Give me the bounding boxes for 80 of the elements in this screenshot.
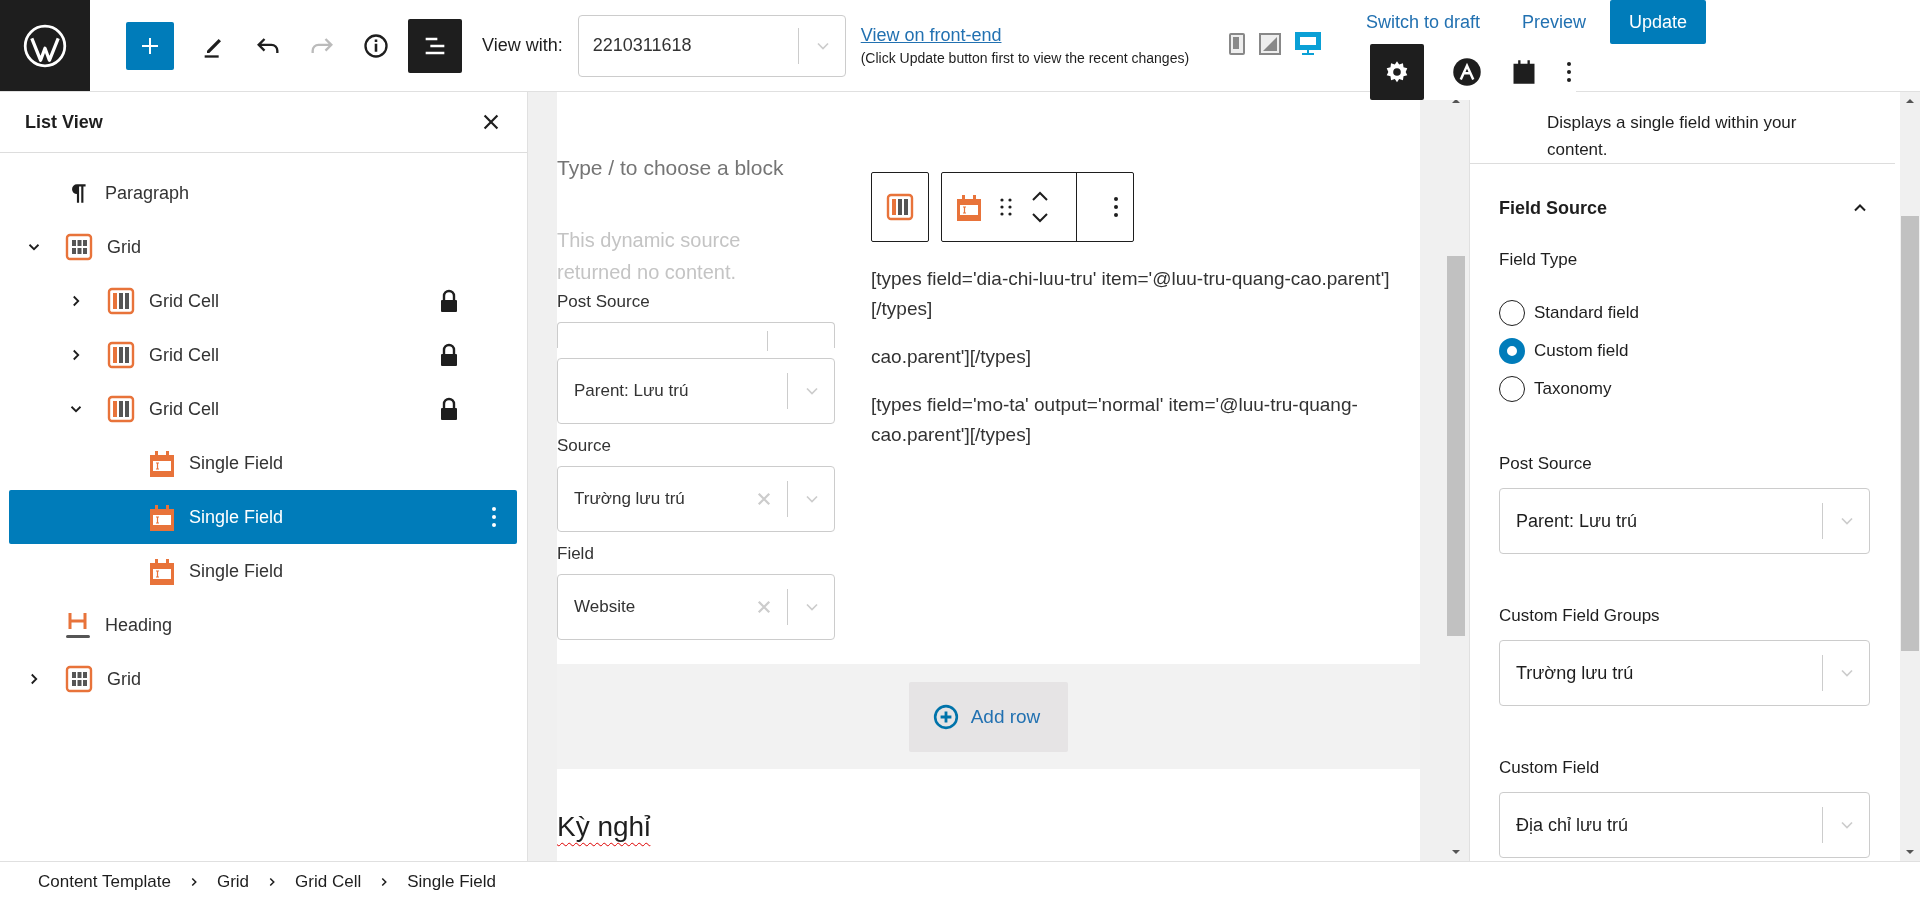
scroll-up-icon[interactable] <box>1905 96 1915 106</box>
wordpress-logo[interactable] <box>0 0 90 91</box>
grid-icon <box>65 233 93 261</box>
columns-icon <box>886 193 914 221</box>
more-options-icon[interactable] <box>1113 195 1119 219</box>
field-type-label: Field Type <box>1499 250 1579 270</box>
list-view-item[interactable]: Grid Cell <box>9 382 517 436</box>
scroll-down-icon[interactable] <box>1451 847 1461 857</box>
preview-button[interactable]: Preview <box>1503 0 1604 44</box>
select-field[interactable]: Parent: Lưu trú <box>557 358 835 424</box>
grid-icon <box>65 665 93 693</box>
shortcode-text: [types field='dia-chi-luu-tru' item='@luu-tru-quang-cao.parent'][/types] <box>871 267 1391 321</box>
move-up-down-icon[interactable] <box>1030 190 1050 224</box>
block-description: Displays a single field within your content. <box>1470 92 1895 164</box>
calendar-field-icon <box>149 503 175 531</box>
columns-icon <box>107 341 135 369</box>
shortcode-text: cao.parent'][/types] <box>871 345 1032 369</box>
list-view-title: List View <box>25 111 103 133</box>
select-field[interactable]: Parent: Lưu trú <box>1499 488 1870 554</box>
scrollbar-thumb[interactable] <box>1901 216 1919 651</box>
breadcrumb-item[interactable]: Grid <box>206 867 260 896</box>
panel-title[interactable]: Field Source <box>1499 197 1608 219</box>
drag-handle-icon[interactable] <box>1000 197 1012 217</box>
list-view-item[interactable]: Paragraph <box>9 166 517 220</box>
radio-option[interactable]: Custom field <box>1499 338 1870 364</box>
list-view-item[interactable]: Grid <box>9 652 517 706</box>
calendar-field-icon <box>149 557 175 585</box>
settings-icon <box>1384 59 1410 85</box>
radio-button[interactable] <box>1499 338 1525 364</box>
settings-button[interactable] <box>1370 44 1424 100</box>
plus-circle-icon <box>932 703 959 730</box>
parent-block-button[interactable] <box>871 172 929 242</box>
switch-to-draft-button[interactable]: Switch to draft <box>1347 0 1498 44</box>
list-view-item[interactable]: Grid <box>9 220 517 274</box>
field-label: Post Source <box>557 292 651 312</box>
desktop-preview-icon[interactable] <box>1295 32 1322 56</box>
mobile-preview-icon[interactable] <box>1229 33 1246 55</box>
more-options-icon[interactable] <box>1566 60 1572 84</box>
field-label: Source <box>557 436 612 456</box>
list-view-item[interactable]: Grid Cell <box>9 328 517 382</box>
select-field[interactable]: Trường lưu trú <box>1499 640 1870 706</box>
radio-option[interactable]: Standard field <box>1499 300 1870 326</box>
field-label: Custom Field Groups <box>1499 606 1661 626</box>
wordpress-logo-icon <box>23 23 67 68</box>
select-field[interactable] <box>557 322 835 348</box>
field-label: Field <box>557 544 595 564</box>
list-view-button[interactable] <box>408 18 462 73</box>
calendar-field-icon <box>149 449 175 477</box>
list-view-item[interactable]: Heading <box>9 598 517 652</box>
heading-text[interactable]: Kỳ nghỉ <box>557 811 1420 843</box>
info-icon[interactable] <box>362 31 390 60</box>
tablet-preview-icon[interactable] <box>1259 33 1282 55</box>
breadcrumb-item[interactable]: Grid Cell <box>285 867 372 896</box>
columns-icon <box>107 395 135 423</box>
scroll-down-icon[interactable] <box>1905 847 1915 857</box>
view-with-select[interactable]: 2210311618 <box>577 14 846 77</box>
field-label: Custom Field <box>1499 758 1601 778</box>
select-field[interactable]: Địa chỉ lưu trú <box>1499 792 1870 858</box>
list-view-item[interactable]: Single Field <box>9 436 517 490</box>
list-view-item[interactable]: Single Field <box>9 490 517 544</box>
front-end-note: (Click Update button first to view the recent changes) <box>860 50 1190 66</box>
add-block-button[interactable] <box>126 21 174 70</box>
list-view-item[interactable]: Grid Cell <box>9 274 517 328</box>
shortcode-text: [types field='mo-ta' output='normal' item='@luu-tru-quang-cao.parent'][/types] <box>871 393 1359 447</box>
radio-option[interactable]: Taxonomy <box>1499 376 1870 402</box>
block-placeholder[interactable]: Type / to choose a block <box>557 156 835 204</box>
scrollbar-thumb[interactable] <box>1447 256 1465 636</box>
field-label: Post Source <box>1499 454 1593 474</box>
calendar-field-icon <box>956 193 982 221</box>
triangle-logo-icon[interactable] <box>1452 57 1482 87</box>
list-view-item[interactable]: Single Field <box>9 544 517 598</box>
breadcrumb-item[interactable]: Single Field <box>397 867 506 896</box>
dynamic-source-notice: This dynamic source returned no content. <box>557 228 742 285</box>
breadcrumb-item[interactable]: Content Template <box>28 867 181 896</box>
view-with-label: View with: <box>482 35 563 56</box>
view-on-front-end-link[interactable]: View on front-end <box>860 25 1190 46</box>
update-button[interactable]: Update <box>1609 0 1706 44</box>
add-row-button[interactable]: Add row <box>908 681 1069 752</box>
columns-icon <box>107 287 135 315</box>
heading-icon <box>65 610 91 640</box>
